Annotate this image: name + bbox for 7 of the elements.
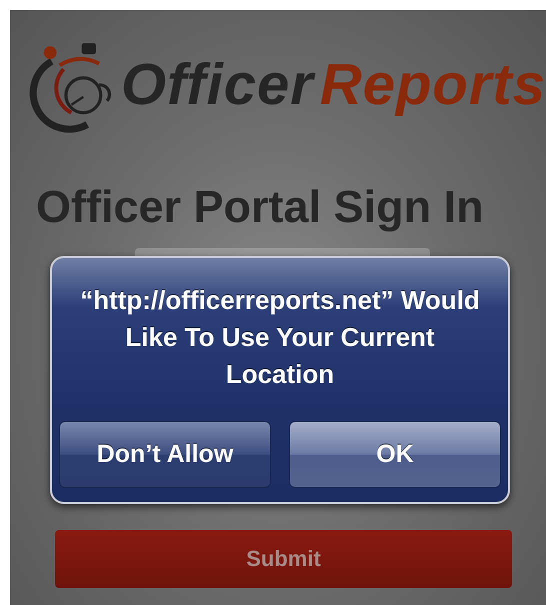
page-title: Officer Portal Sign In — [36, 181, 485, 233]
logo-text: Officer — [120, 51, 314, 118]
submit-button[interactable]: Submit — [55, 530, 512, 588]
alert-message: “http://officerreports.net” Would Like To Use Your Current Location — [79, 284, 481, 391]
logo-text: Reports — [320, 51, 546, 118]
dont-allow-button[interactable]: Don’t Allow — [59, 421, 271, 488]
ok-button[interactable]: OK — [289, 421, 501, 488]
